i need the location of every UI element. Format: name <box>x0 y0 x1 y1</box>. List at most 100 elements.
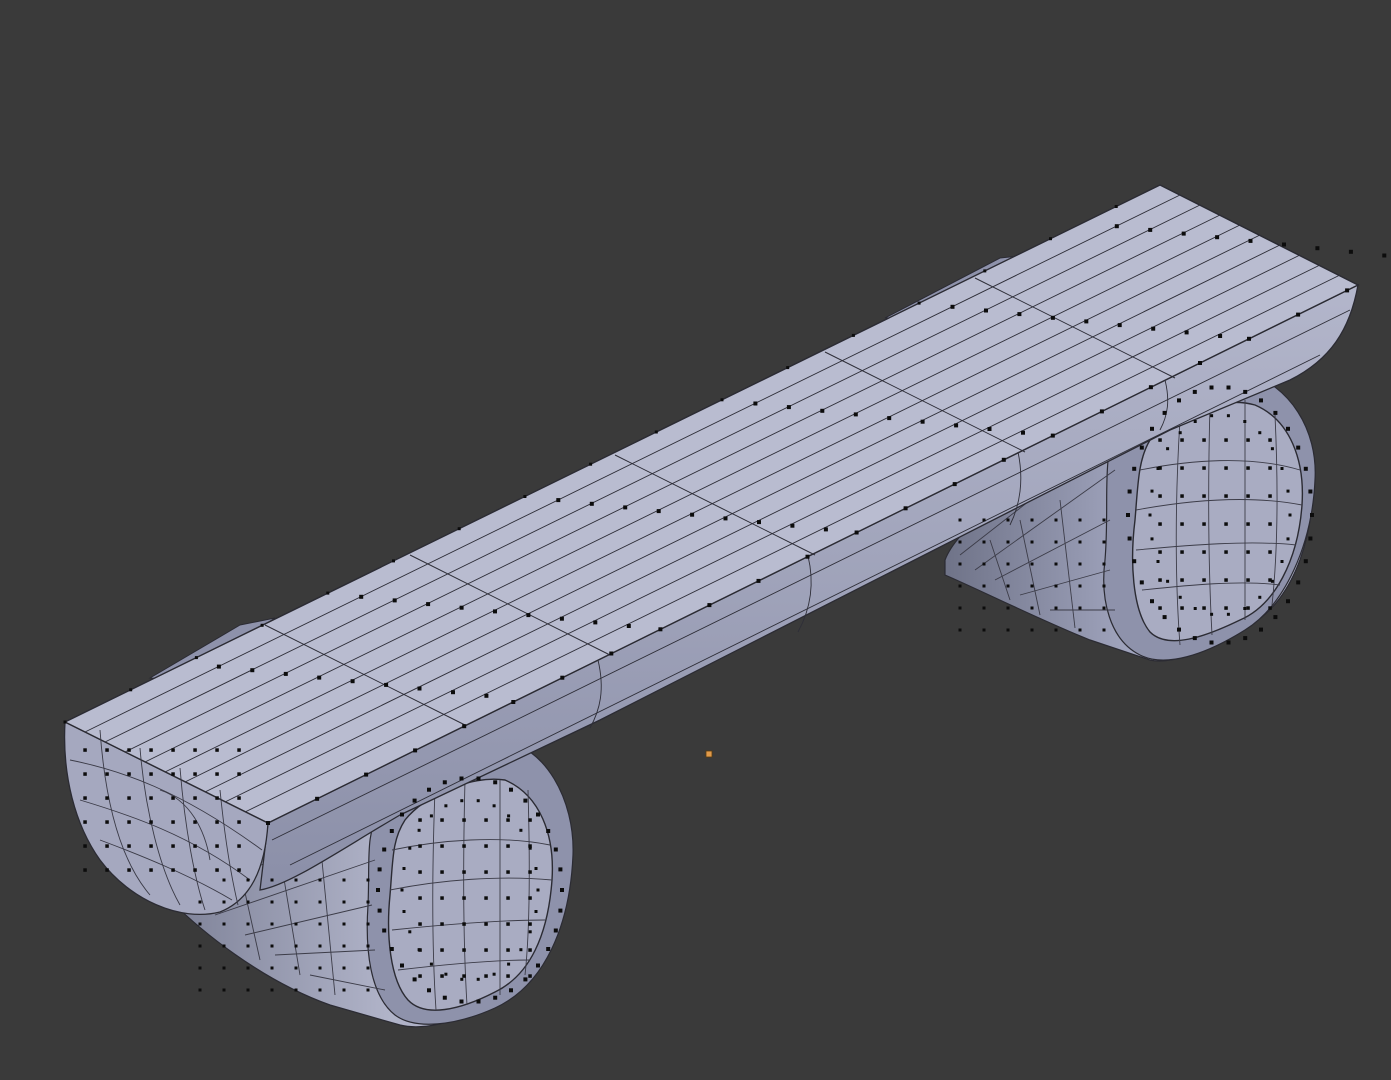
vertex-point[interactable] <box>1193 607 1197 610</box>
vertex-point[interactable] <box>392 559 395 563</box>
vertex-point[interactable] <box>523 495 527 498</box>
vertex-point[interactable] <box>222 988 226 992</box>
vertex-point[interactable] <box>493 995 498 1000</box>
vertex-point[interactable] <box>546 947 551 951</box>
vertex-point[interactable] <box>954 423 959 428</box>
vertex-point[interactable] <box>1006 628 1010 632</box>
vertex-point[interactable] <box>484 974 488 978</box>
vertex-point[interactable] <box>270 988 274 992</box>
vertex-point[interactable] <box>1180 466 1184 470</box>
vertex-point[interactable] <box>283 671 288 676</box>
vertex-point[interactable] <box>418 948 422 952</box>
vertex-point[interactable] <box>506 922 510 926</box>
vertex-point[interactable] <box>1078 584 1082 588</box>
vertex-point[interactable] <box>506 818 510 822</box>
vertex-point[interactable] <box>270 900 274 904</box>
vertex-point[interactable] <box>318 922 322 926</box>
vertex-point[interactable] <box>1150 537 1154 541</box>
vertex-point[interactable] <box>1270 447 1274 451</box>
vertex-point[interactable] <box>656 509 661 514</box>
vertex-point[interactable] <box>440 974 444 978</box>
vertex-point[interactable] <box>366 966 370 970</box>
vertex-point[interactable] <box>366 900 370 904</box>
vertex-point[interactable] <box>558 908 563 913</box>
vertex-point[interactable] <box>1226 612 1230 616</box>
vertex-point[interactable] <box>1296 312 1301 317</box>
vertex-point[interactable] <box>1177 627 1181 632</box>
vertex-point[interactable] <box>318 944 322 948</box>
vertex-point[interactable] <box>536 888 540 892</box>
vertex-point[interactable] <box>194 656 198 660</box>
vertex-point[interactable] <box>127 844 131 848</box>
vertex-point[interactable] <box>462 922 466 926</box>
vertex-point[interactable] <box>1243 636 1248 641</box>
vertex-point[interactable] <box>149 844 153 848</box>
vertex-point[interactable] <box>1030 518 1034 522</box>
vertex-point[interactable] <box>536 812 540 817</box>
vertex-point[interactable] <box>1162 615 1167 620</box>
vertex-point[interactable] <box>462 818 466 822</box>
vertex-point[interactable] <box>1308 489 1313 494</box>
vertex-point[interactable] <box>171 772 175 776</box>
vertex-point[interactable] <box>389 829 394 833</box>
vertex-point[interactable] <box>506 974 510 978</box>
vertex-point[interactable] <box>476 977 480 981</box>
vertex-point[interactable] <box>1218 334 1223 338</box>
vertex-point[interactable] <box>492 804 496 808</box>
vertex-point[interactable] <box>1158 438 1162 442</box>
vertex-point[interactable] <box>1030 606 1034 610</box>
vertex-point[interactable] <box>377 908 382 913</box>
vertex-point[interactable] <box>1156 560 1160 563</box>
vertex-point[interactable] <box>853 412 858 417</box>
vertex-point[interactable] <box>511 700 516 704</box>
vertex-point[interactable] <box>237 820 241 824</box>
vertex-point[interactable] <box>318 988 322 992</box>
vertex-point[interactable] <box>364 772 369 777</box>
vertex-point[interactable] <box>560 888 564 892</box>
vertex-point[interactable] <box>1126 513 1130 517</box>
vertex-point[interactable] <box>294 966 298 970</box>
vertex-point[interactable] <box>1258 431 1262 435</box>
vertex-point[interactable] <box>294 944 298 948</box>
vertex-point[interactable] <box>294 900 298 904</box>
vertex-point[interactable] <box>83 868 87 872</box>
vertex-point[interactable] <box>534 910 538 913</box>
vertex-point[interactable] <box>237 748 241 752</box>
vertex-point[interactable] <box>342 988 346 992</box>
vertex-point[interactable] <box>63 720 67 724</box>
vertex-point[interactable] <box>1166 579 1170 583</box>
vertex-point[interactable] <box>1202 438 1206 442</box>
vertex-point[interactable] <box>1258 595 1262 599</box>
vertex-point[interactable] <box>1192 389 1197 394</box>
vertex-point[interactable] <box>318 966 322 970</box>
vertex-point[interactable] <box>1050 433 1055 438</box>
vertex-point[interactable] <box>1180 550 1184 554</box>
vertex-point[interactable] <box>609 651 614 656</box>
vertex-point[interactable] <box>1268 438 1272 442</box>
vertex-point[interactable] <box>429 814 433 818</box>
vertex-point[interactable] <box>127 748 131 752</box>
vertex-point[interactable] <box>105 820 109 824</box>
vertex-point[interactable] <box>920 419 925 424</box>
vertex-point[interactable] <box>429 962 433 966</box>
vertex-point[interactable] <box>1286 599 1290 604</box>
vertex-point[interactable] <box>1248 238 1253 243</box>
vertex-point[interactable] <box>105 868 109 872</box>
vertex-point[interactable] <box>983 269 987 273</box>
vertex-point[interactable] <box>198 944 202 948</box>
vertex-point[interactable] <box>1288 513 1292 517</box>
vertex-point[interactable] <box>917 301 921 305</box>
vertex-point[interactable] <box>1054 584 1058 588</box>
vertex-point[interactable] <box>723 516 728 521</box>
vertex-point[interactable] <box>952 482 957 487</box>
vertex-point[interactable] <box>1078 562 1082 566</box>
vertex-point[interactable] <box>1224 466 1228 470</box>
vertex-point[interactable] <box>1280 467 1284 470</box>
vertex-point[interactable] <box>1268 494 1272 498</box>
vertex-point[interactable] <box>366 988 370 992</box>
vertex-point[interactable] <box>1078 606 1082 610</box>
vertex-point[interactable] <box>1268 578 1272 582</box>
vertex-point[interactable] <box>523 798 528 803</box>
vertex-point[interactable] <box>193 844 197 848</box>
vertex-point[interactable] <box>950 304 955 309</box>
